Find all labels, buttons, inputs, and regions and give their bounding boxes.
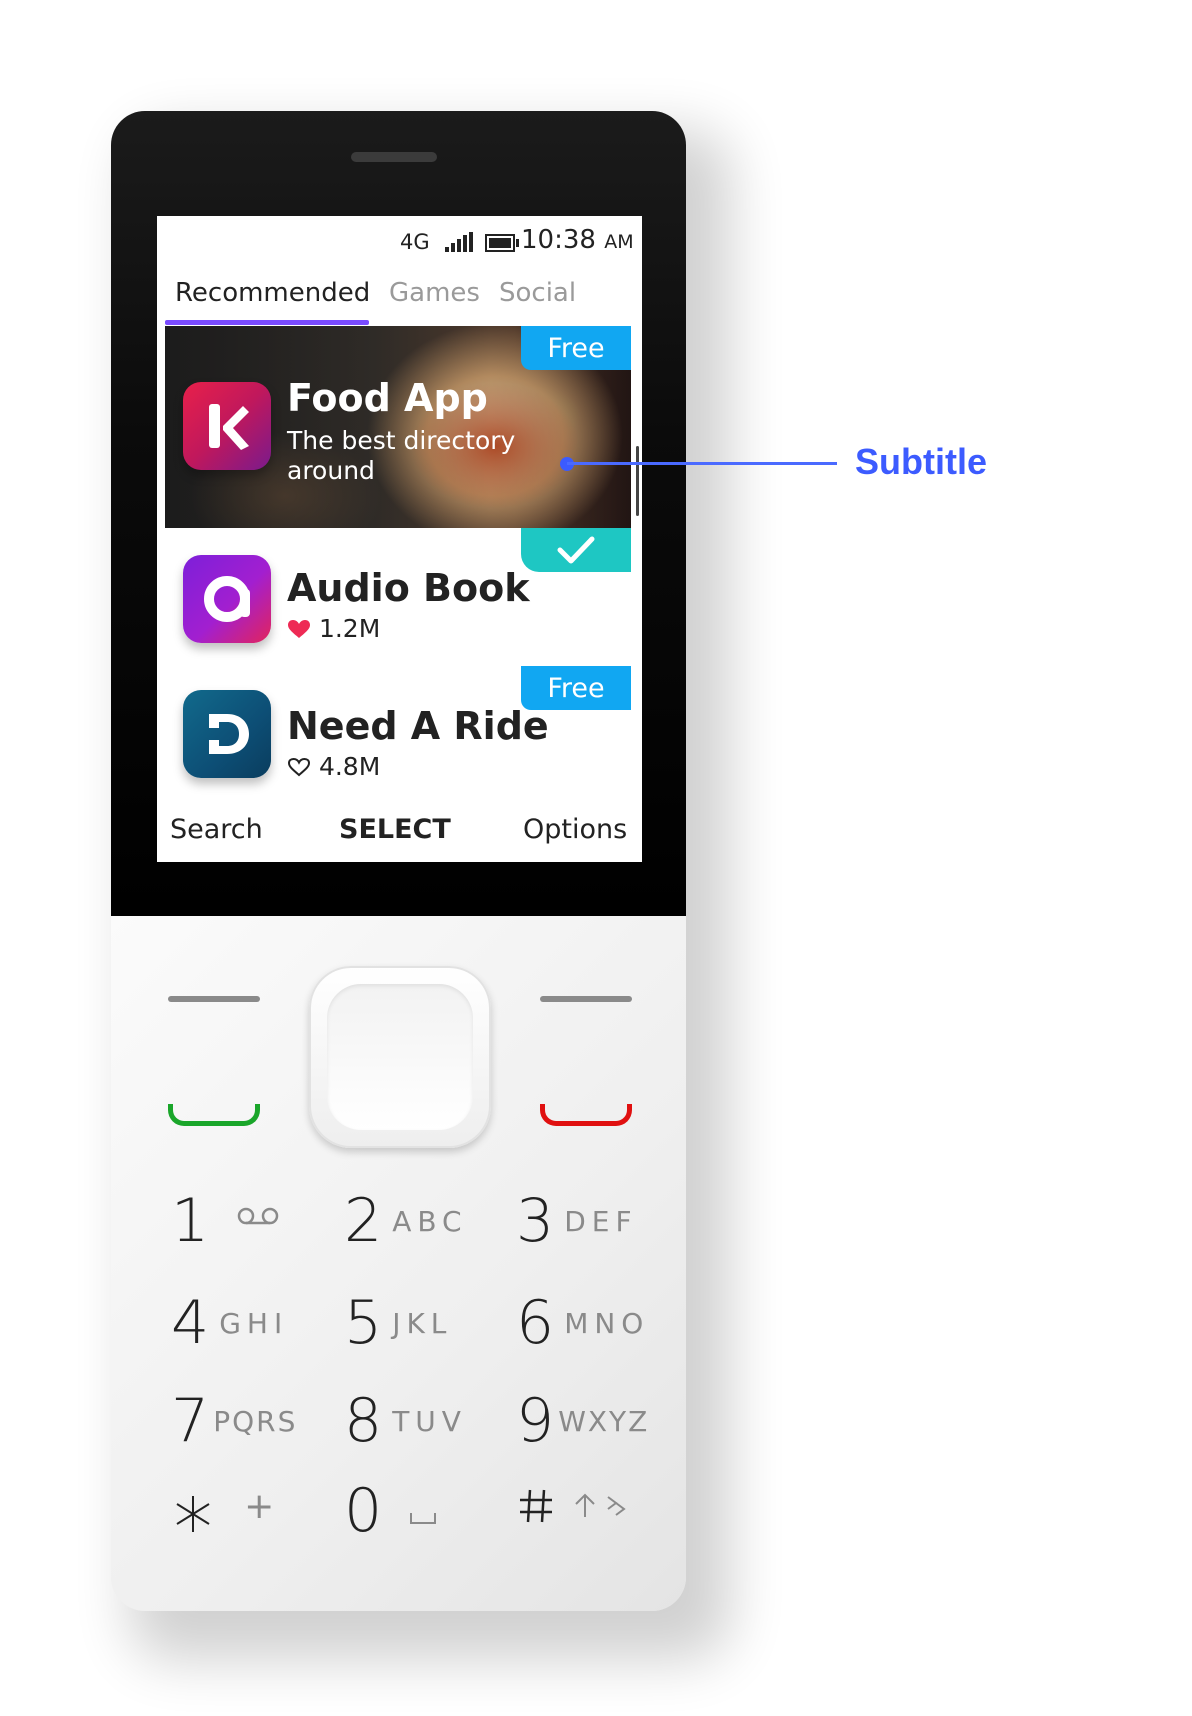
key-9[interactable]: 9 WXYZ xyxy=(516,1386,649,1456)
key-4[interactable]: 4 GHI xyxy=(171,1288,288,1358)
earpiece-speaker xyxy=(351,152,437,162)
scrollbar[interactable] xyxy=(636,446,639,516)
key-5[interactable]: 5 JKL xyxy=(344,1288,452,1358)
heart-outline-icon xyxy=(287,757,311,777)
dpad-center[interactable] xyxy=(327,984,473,1130)
right-softkey-button[interactable] xyxy=(540,996,632,1002)
signal-icon xyxy=(445,232,475,252)
item-subtitle: The best directory around xyxy=(287,426,516,485)
tab-bar: Recommended Games Social xyxy=(157,278,642,326)
a-logo-icon xyxy=(183,555,271,643)
status-time: 10:38 AM xyxy=(521,225,634,255)
phone-screen: 4G 10:38 AM Recommended Games Social Foo… xyxy=(157,216,642,862)
annotation-line xyxy=(567,462,837,465)
tab-games[interactable]: Games xyxy=(389,278,480,308)
softkey-select[interactable]: SELECT xyxy=(339,814,451,845)
item-title: Audio Book xyxy=(287,566,530,610)
key-0[interactable]: 0 xyxy=(344,1476,437,1546)
tab-social[interactable]: Social xyxy=(499,278,576,308)
hash-icon xyxy=(520,1489,552,1523)
likes-count: 4.8M xyxy=(287,752,380,781)
space-icon xyxy=(410,1513,437,1524)
shift-icon xyxy=(575,1493,595,1517)
heart-filled-icon xyxy=(288,620,310,638)
item-title: Food App xyxy=(287,376,488,420)
asterisk-icon xyxy=(176,1495,210,1532)
key-8[interactable]: 8 TUV xyxy=(344,1386,467,1456)
call-button[interactable] xyxy=(168,1104,260,1126)
checkmark-icon xyxy=(521,528,631,572)
end-call-button[interactable] xyxy=(540,1104,632,1126)
softkey-search[interactable]: Search xyxy=(170,814,263,845)
list-item-audio-book[interactable]: Audio Book 1.2M xyxy=(165,528,631,666)
item-title: Need A Ride xyxy=(287,704,549,748)
dpad-button[interactable] xyxy=(309,966,491,1148)
active-tab-indicator xyxy=(165,320,369,325)
left-softkey-button[interactable] xyxy=(168,996,260,1002)
input-mode-icon xyxy=(607,1496,626,1516)
network-type: 4G xyxy=(400,230,430,254)
battery-icon xyxy=(485,234,519,252)
phone-top-bezel: 4G 10:38 AM Recommended Games Social Foo… xyxy=(111,111,686,916)
free-badge: Free xyxy=(521,666,631,710)
key-hash[interactable] xyxy=(516,1486,630,1526)
likes-count: 1.2M xyxy=(287,614,380,643)
key-7[interactable]: 7 PQRS xyxy=(171,1386,297,1456)
d-logo-icon xyxy=(183,690,271,778)
free-badge: Free xyxy=(521,326,631,370)
feature-phone: 4G 10:38 AM Recommended Games Social Foo… xyxy=(111,111,686,1611)
tab-recommended[interactable]: Recommended xyxy=(175,278,370,308)
k-logo-icon xyxy=(183,382,271,470)
key-3[interactable]: 3 DEF xyxy=(516,1186,638,1256)
key-1[interactable]: 1 xyxy=(171,1186,280,1256)
voicemail-icon xyxy=(238,1207,279,1225)
softkey-options[interactable]: Options xyxy=(523,814,627,845)
list-item-need-a-ride[interactable]: Free Need A Ride 4.8M xyxy=(165,666,631,806)
softkey-bar: Search SELECT Options xyxy=(157,806,642,862)
key-6[interactable]: 6 MNO xyxy=(516,1288,649,1358)
key-2[interactable]: 2 ABC xyxy=(344,1186,468,1256)
list-item-food-app[interactable]: Food App The best directory around Free xyxy=(165,326,631,528)
status-bar: 4G 10:38 AM xyxy=(157,216,642,266)
annotation-label: Subtitle xyxy=(855,441,987,482)
key-star[interactable]: + xyxy=(171,1486,280,1536)
